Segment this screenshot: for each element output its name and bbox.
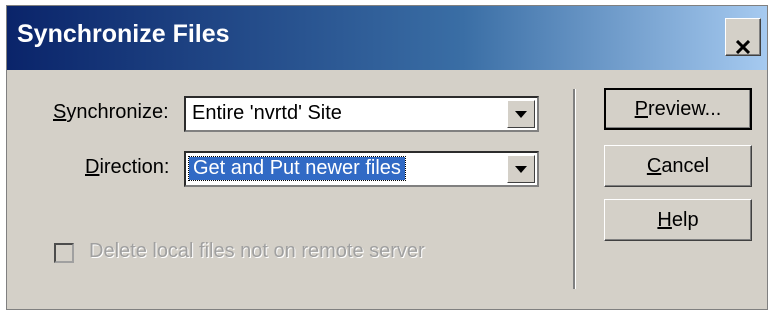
direction-value: Get and Put newer files	[188, 156, 406, 181]
direction-dropdown-arrow[interactable]	[507, 155, 535, 183]
chevron-down-icon	[515, 110, 527, 118]
direction-dropdown[interactable]: Get and Put newer files	[184, 151, 539, 187]
synchronize-dropdown[interactable]: Entire 'nvrtd' Site	[184, 96, 539, 132]
help-button[interactable]: Help	[604, 199, 752, 241]
synchronize-label: Synchronize:	[53, 101, 169, 123]
chevron-down-icon	[515, 165, 527, 173]
delete-local-files-label: Delete local files not on remote server	[89, 240, 425, 262]
dialog-title: Synchronize Files	[17, 20, 230, 48]
close-button[interactable]	[725, 18, 761, 56]
title-bar[interactable]: Synchronize Files	[7, 6, 767, 70]
synchronize-value: Entire 'nvrtd' Site	[192, 102, 342, 124]
synchronize-dropdown-arrow[interactable]	[507, 100, 535, 128]
preview-button[interactable]: Preview...	[604, 88, 752, 130]
synchronize-files-dialog: Synchronize Files Synchronize: Entire 'n…	[6, 5, 768, 310]
close-icon	[735, 30, 751, 55]
direction-label: Direction:	[85, 156, 170, 178]
cancel-button[interactable]: Cancel	[604, 145, 752, 187]
delete-local-files-checkbox[interactable]	[54, 243, 74, 263]
divider	[573, 89, 576, 289]
